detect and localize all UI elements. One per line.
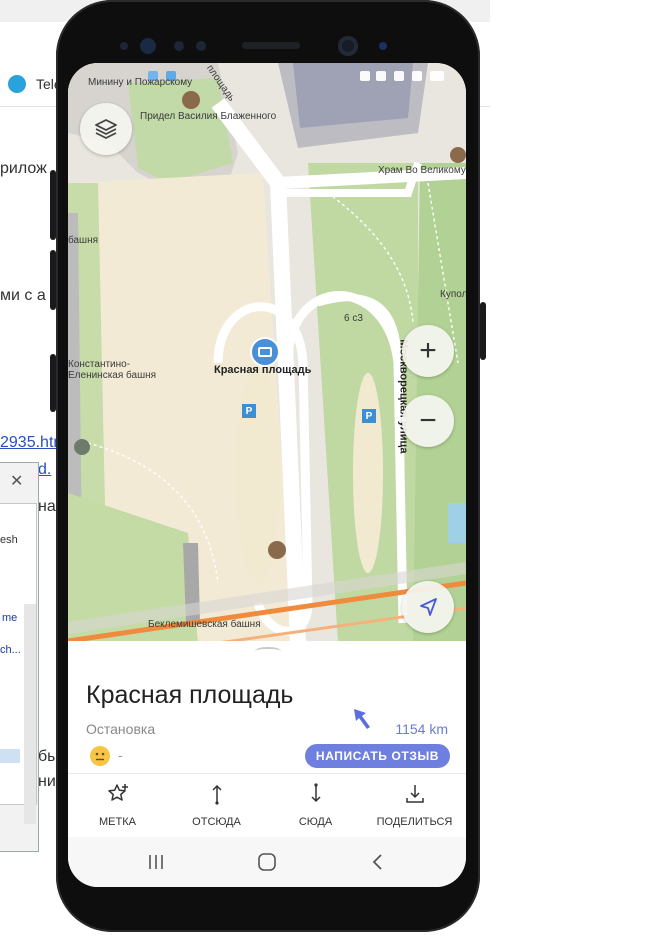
phone-frame: Минину и Пожарскому Придел Василия Блаже…	[50, 0, 486, 932]
sheet-drag-handle[interactable]	[255, 647, 281, 655]
telegram-icon[interactable]	[8, 75, 26, 93]
front-camera-icon	[338, 36, 358, 56]
iris-camera-icon	[140, 38, 156, 54]
bookmark-label: МЕТКА	[99, 816, 136, 828]
my-location-button[interactable]	[402, 581, 454, 633]
map-label-hram: Храм Во Великомучени	[378, 165, 466, 176]
layers-button[interactable]	[80, 103, 132, 155]
place-title: Красная площадь	[86, 681, 294, 709]
recent-apps-icon	[149, 855, 163, 869]
back-chevron-icon	[372, 854, 382, 870]
background-text-1: рилож	[0, 160, 47, 177]
volume-button-2	[50, 250, 56, 310]
route-to-icon	[311, 783, 321, 803]
rating-value: -	[118, 747, 123, 763]
sensor-icon-2	[174, 41, 184, 51]
alarm-icon	[360, 71, 370, 81]
bixby-button	[50, 354, 56, 412]
dialog-item-3[interactable]: ch...	[0, 644, 21, 656]
monument-pin-icon[interactable]	[268, 541, 286, 559]
metro-stop-pin-icon[interactable]	[250, 337, 280, 367]
share-label: ПОДЕЛИТЬСЯ	[376, 816, 453, 828]
route-from-icon	[212, 784, 222, 805]
neutral-face-icon[interactable]	[90, 746, 110, 766]
church-pin-icon[interactable]	[182, 91, 200, 109]
route-from-label: ОТСЮДА	[192, 816, 241, 828]
phone-screen: Минину и Пожарскому Придел Василия Блаже…	[68, 63, 466, 887]
dialog-list: esh me ch...	[0, 503, 37, 824]
dialog-selected-row[interactable]	[0, 749, 20, 763]
map-label-kupol: Купол	[440, 289, 466, 300]
map-label-minin: Минину и Пожарскому	[88, 77, 193, 88]
volume-button	[50, 170, 56, 240]
dialog-item-1[interactable]: esh	[0, 534, 18, 546]
layers-icon	[95, 119, 117, 139]
system-navigation-bar	[68, 837, 466, 887]
background-text-2: ми с а	[0, 287, 46, 304]
scrollbar[interactable]	[24, 604, 36, 824]
parking-icon-2[interactable]: P	[362, 409, 376, 423]
map-label-beklemishev: Беклемишевская башня	[148, 619, 261, 630]
route-to-action[interactable]: СЮДА	[266, 774, 365, 838]
map-label-vasily: Придел Василия Блаженного	[140, 111, 277, 122]
speaker-grille	[242, 42, 300, 49]
map-label-konstantino: Константино-Еленинская башня	[68, 359, 157, 381]
wifi-icon	[394, 71, 404, 81]
home-button[interactable]	[237, 837, 297, 887]
background-dialog: ✕ esh me ch...	[0, 462, 39, 852]
route-from-action[interactable]: ОТСЮДА	[167, 774, 266, 838]
place-actions-bar: МЕТКА ОТСЮДА СЮДА ПОДЕЛИТЬСЯ	[68, 773, 466, 838]
sensor-icon-4	[379, 42, 387, 50]
dialog-item-2[interactable]: me	[2, 612, 17, 624]
place-type: Остановка	[86, 721, 156, 737]
background-link-2[interactable]: d.	[38, 461, 51, 479]
star-plus-icon	[108, 784, 128, 801]
zoom-out-button[interactable]: −	[402, 395, 454, 447]
map-label-house: 6 с3	[344, 313, 363, 324]
parking-icon[interactable]: P	[242, 404, 256, 418]
battery-icon	[430, 71, 444, 81]
recent-apps-button[interactable]	[126, 837, 186, 887]
share-action[interactable]: ПОДЕЛИТЬСЯ	[365, 774, 464, 838]
write-review-button[interactable]: НАПИСАТЬ ОТЗЫВ	[305, 744, 450, 768]
map-label-bashnya: башня	[68, 235, 99, 246]
sensor-icon-3	[196, 41, 206, 51]
location-icon	[376, 71, 386, 81]
share-download-icon	[406, 785, 424, 803]
place-distance: 1154 km	[395, 721, 448, 737]
close-icon[interactable]: ✕	[10, 471, 23, 491]
bookmark-action[interactable]: МЕТКА	[68, 774, 167, 838]
power-button	[480, 302, 486, 360]
navigation-arrow-icon	[420, 598, 437, 616]
attraction-pin-icon[interactable]	[74, 439, 90, 455]
home-icon	[258, 853, 276, 871]
zoom-in-button[interactable]: +	[402, 325, 454, 377]
sensor-icon	[120, 42, 128, 50]
back-button[interactable]	[348, 837, 408, 887]
direction-arrow-icon	[354, 709, 370, 729]
signal-icon	[412, 71, 422, 81]
church-pin-icon-2[interactable]	[450, 147, 466, 163]
route-to-label: СЮДА	[298, 816, 333, 828]
